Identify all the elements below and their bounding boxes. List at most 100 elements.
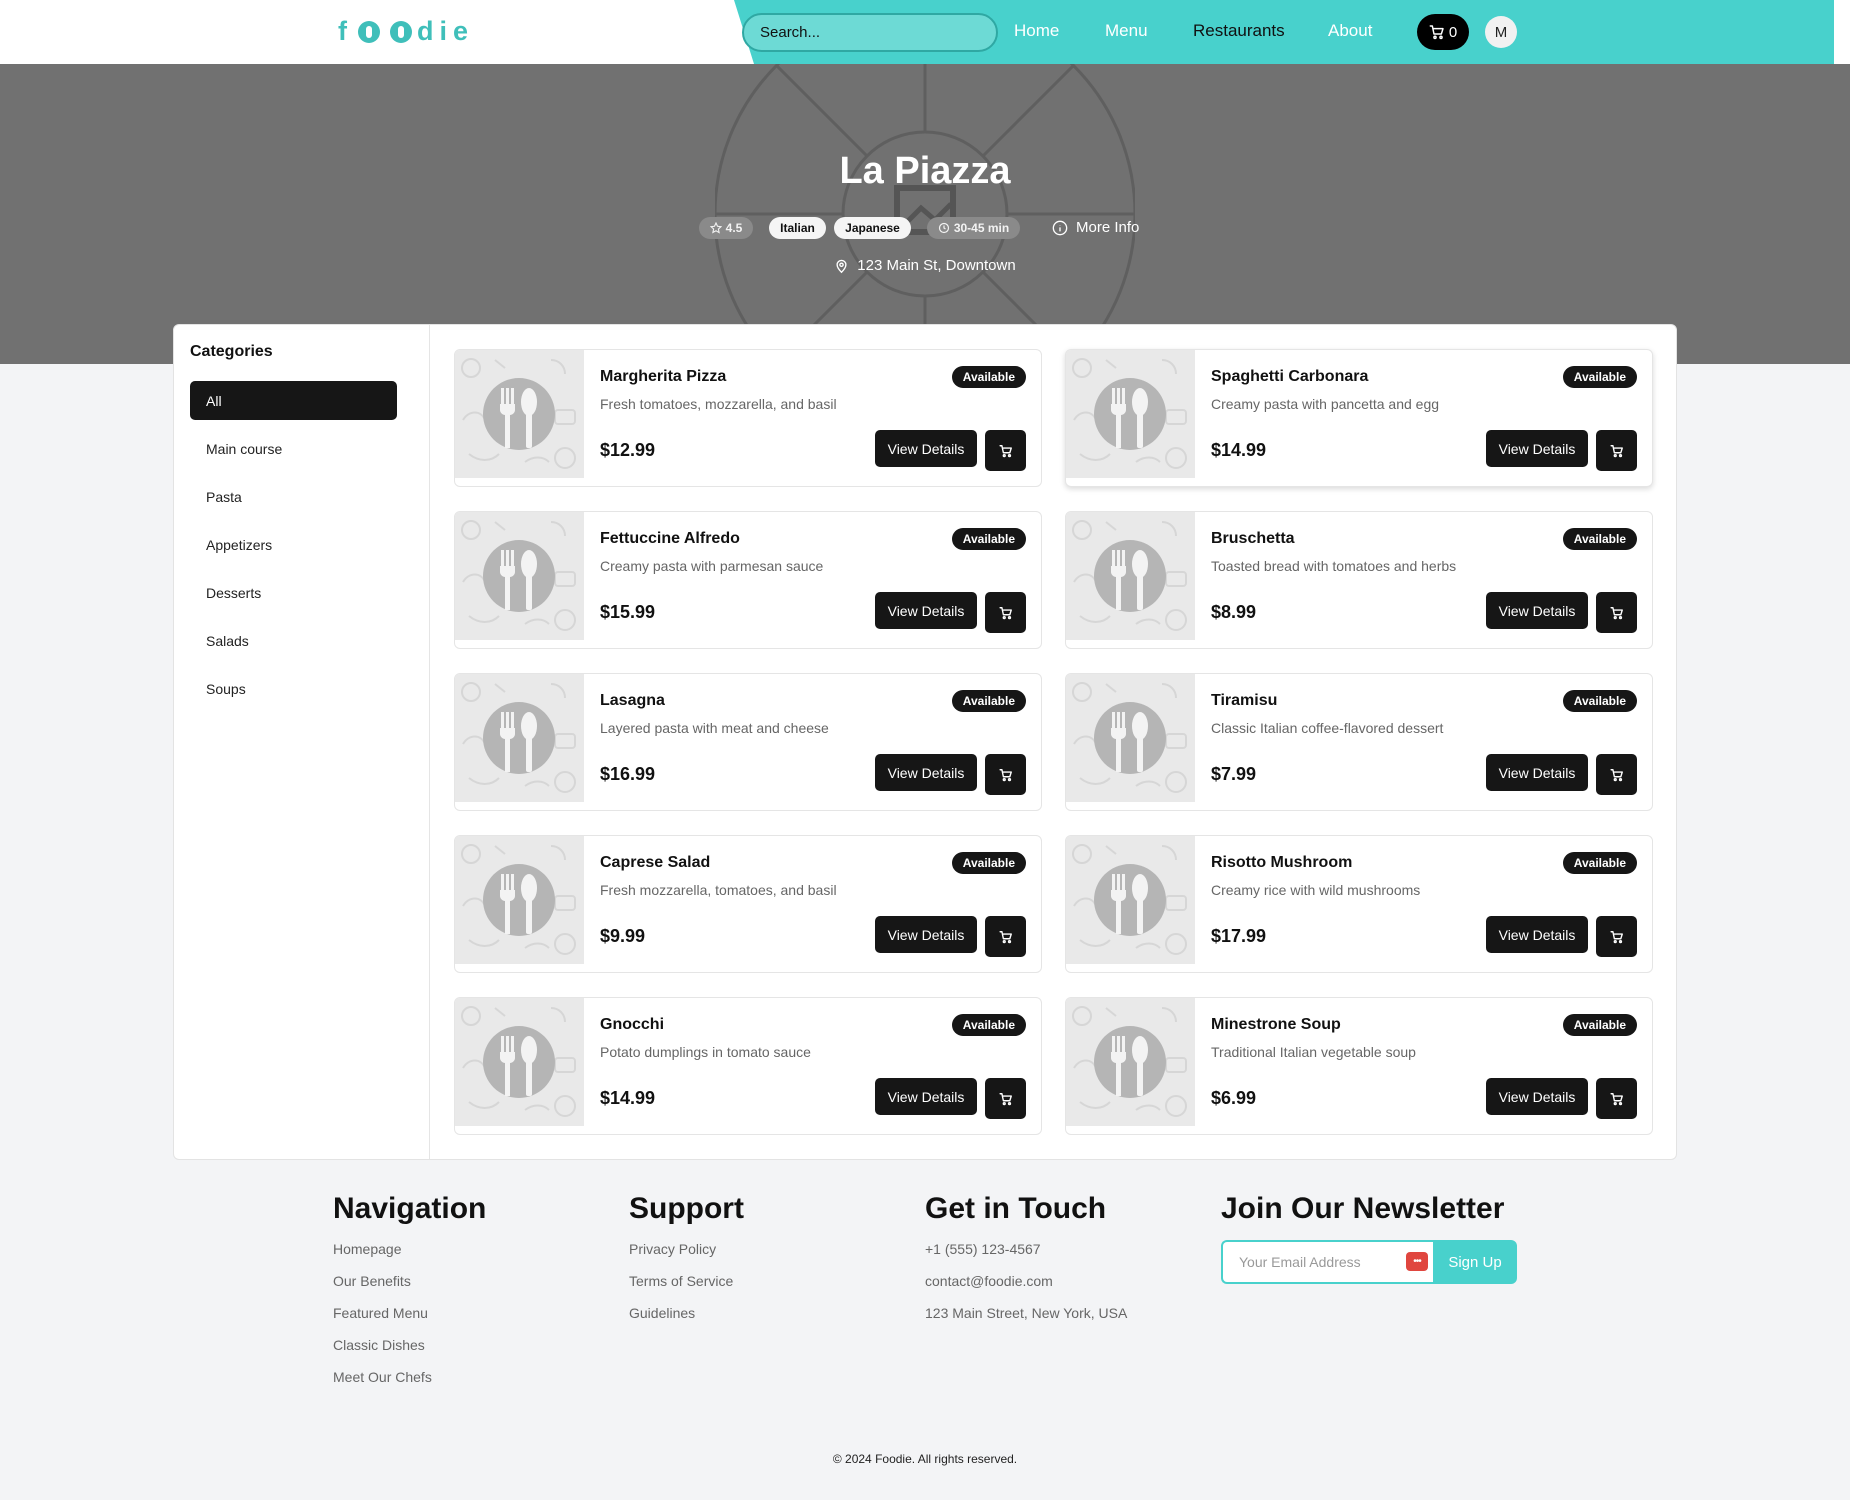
- newsletter-signup-button[interactable]: Sign Up: [1433, 1240, 1517, 1284]
- view-details-button[interactable]: View Details: [1486, 1078, 1588, 1115]
- rating-value: 4.5: [725, 221, 743, 235]
- cart-icon: [1609, 930, 1624, 944]
- menu-item-card[interactable]: Tiramisu Available Classic Italian coffe…: [1065, 673, 1653, 811]
- dish-description: Fresh mozzarella, tomatoes, and basil: [600, 882, 837, 898]
- add-to-cart-button[interactable]: [985, 916, 1026, 957]
- category-desserts[interactable]: Desserts: [190, 573, 397, 612]
- cart-icon: [1609, 606, 1624, 620]
- availability-badge: Available: [951, 1014, 1026, 1036]
- dish-image-placeholder: [1066, 350, 1195, 478]
- menu-panel: Categories All Main course Pasta Appetiz…: [173, 324, 1677, 1160]
- dish-price: $12.99: [600, 440, 656, 460]
- footer-link-terms-of-service[interactable]: Terms of Service: [629, 1273, 733, 1289]
- footer-newsletter-title: Join Our Newsletter: [1221, 1192, 1505, 1225]
- add-to-cart-button[interactable]: [985, 592, 1026, 633]
- view-details-button[interactable]: View Details: [875, 754, 977, 791]
- menu-item-card[interactable]: Lasagna Available Layered pasta with mea…: [454, 673, 1042, 811]
- footer-link-featured-menu[interactable]: Featured Menu: [333, 1305, 428, 1321]
- add-to-cart-button[interactable]: [1596, 916, 1637, 957]
- view-details-button[interactable]: View Details: [1486, 592, 1588, 629]
- menu-item-card[interactable]: Minestrone Soup Available Traditional It…: [1065, 997, 1653, 1135]
- search-input[interactable]: [742, 13, 998, 52]
- dish-description: Toasted bread with tomatoes and herbs: [1211, 558, 1457, 574]
- foodie-logo[interactable]: f die: [338, 16, 474, 47]
- category-soups[interactable]: Soups: [190, 669, 397, 708]
- dish-price: $16.99: [600, 764, 656, 784]
- nav-home[interactable]: Home: [1014, 21, 1059, 41]
- dish-price: $8.99: [1211, 602, 1257, 622]
- add-to-cart-button[interactable]: [985, 430, 1026, 471]
- footer-link-privacy-policy[interactable]: Privacy Policy: [629, 1241, 716, 1257]
- add-to-cart-button[interactable]: [1596, 430, 1637, 471]
- category-all[interactable]: All: [190, 381, 397, 420]
- cart-icon: [998, 1092, 1013, 1106]
- cart-icon: [998, 768, 1013, 782]
- view-details-button[interactable]: View Details: [875, 1078, 977, 1115]
- categories-sidebar: Categories All Main course Pasta Appetiz…: [174, 325, 430, 1159]
- footer-contact-address: 123 Main Street, New York, USA: [925, 1305, 1128, 1321]
- cart-icon: [998, 930, 1013, 944]
- availability-badge: Available: [951, 366, 1026, 388]
- dish-name: Fettuccine Alfredo: [600, 530, 740, 547]
- star-icon: [709, 222, 722, 234]
- availability-badge: Available: [951, 528, 1026, 550]
- copyright-text: © 2024 Foodie. All rights reserved.: [832, 1452, 1018, 1466]
- cart-button[interactable]: 0: [1417, 14, 1469, 50]
- menu-item-card[interactable]: Caprese Salad Available Fresh mozzarella…: [454, 835, 1042, 973]
- cuisine-tag-italian: Italian: [769, 217, 826, 239]
- menu-item-card[interactable]: Risotto Mushroom Available Creamy rice w…: [1065, 835, 1653, 973]
- hero-placeholder-pattern-icon: [715, 64, 1135, 364]
- view-details-button[interactable]: View Details: [875, 592, 977, 629]
- dish-price: $14.99: [1211, 440, 1267, 460]
- nav-restaurants[interactable]: Restaurants: [1193, 21, 1285, 41]
- add-to-cart-button[interactable]: [1596, 592, 1637, 633]
- user-avatar[interactable]: M: [1485, 16, 1517, 48]
- view-details-button[interactable]: View Details: [1486, 430, 1588, 467]
- dish-name: Spaghetti Carbonara: [1211, 368, 1369, 385]
- view-details-button[interactable]: View Details: [1486, 916, 1588, 953]
- dish-image-placeholder: [455, 998, 584, 1126]
- add-to-cart-button[interactable]: [1596, 1078, 1637, 1119]
- menu-item-card[interactable]: Fettuccine Alfredo Available Creamy past…: [454, 511, 1042, 649]
- password-manager-icon[interactable]: •••: [1406, 1252, 1428, 1271]
- logo-o-icon: [358, 20, 380, 43]
- category-appetizers[interactable]: Appetizers: [190, 525, 397, 564]
- dish-name: Margherita Pizza: [600, 368, 727, 385]
- menu-item-card[interactable]: Margherita Pizza Available Fresh tomatoe…: [454, 349, 1042, 487]
- footer-link-meet-our-chefs[interactable]: Meet Our Chefs: [333, 1369, 432, 1385]
- cart-icon: [998, 606, 1013, 620]
- dish-price: $15.99: [600, 602, 656, 622]
- view-details-button[interactable]: View Details: [1486, 754, 1588, 791]
- view-details-button[interactable]: View Details: [875, 916, 977, 953]
- menu-item-card[interactable]: Gnocchi Available Potato dumplings in to…: [454, 997, 1042, 1135]
- add-to-cart-button[interactable]: [985, 1078, 1026, 1119]
- delivery-time-value: 30-45 min: [953, 221, 1010, 235]
- add-to-cart-button[interactable]: [1596, 754, 1637, 795]
- availability-badge: Available: [1562, 528, 1637, 550]
- footer-link-our-benefits[interactable]: Our Benefits: [333, 1273, 411, 1289]
- category-pasta[interactable]: Pasta: [190, 477, 397, 516]
- restaurant-hero: La Piazza 4.5 Italian Japanese 30-45 min…: [0, 64, 1850, 364]
- footer-link-homepage[interactable]: Homepage: [333, 1241, 402, 1257]
- footer-link-guidelines[interactable]: Guidelines: [629, 1305, 695, 1321]
- cart-count: 0: [1448, 23, 1458, 41]
- rating-badge: 4.5: [699, 217, 753, 239]
- dish-name: Gnocchi: [600, 1016, 665, 1033]
- view-details-button[interactable]: View Details: [875, 430, 977, 467]
- more-info-link[interactable]: More Info: [1052, 219, 1139, 236]
- nav-menu[interactable]: Menu: [1105, 21, 1148, 41]
- footer-contact-title: Get in Touch: [925, 1192, 1107, 1225]
- menu-item-card[interactable]: Bruschetta Available Toasted bread with …: [1065, 511, 1653, 649]
- availability-badge: Available: [1562, 690, 1637, 712]
- category-salads[interactable]: Salads: [190, 621, 397, 660]
- footer-link-classic-dishes[interactable]: Classic Dishes: [333, 1337, 425, 1353]
- dish-name: Caprese Salad: [600, 854, 711, 871]
- category-main-course[interactable]: Main course: [190, 429, 397, 468]
- dish-name: Risotto Mushroom: [1211, 854, 1353, 871]
- dish-name: Tiramisu: [1211, 692, 1278, 709]
- dish-description: Traditional Italian vegetable soup: [1211, 1044, 1416, 1060]
- menu-item-card[interactable]: Spaghetti Carbonara Available Creamy pas…: [1065, 349, 1653, 487]
- nav-about[interactable]: About: [1328, 21, 1372, 41]
- add-to-cart-button[interactable]: [985, 754, 1026, 795]
- cart-icon: [998, 444, 1013, 458]
